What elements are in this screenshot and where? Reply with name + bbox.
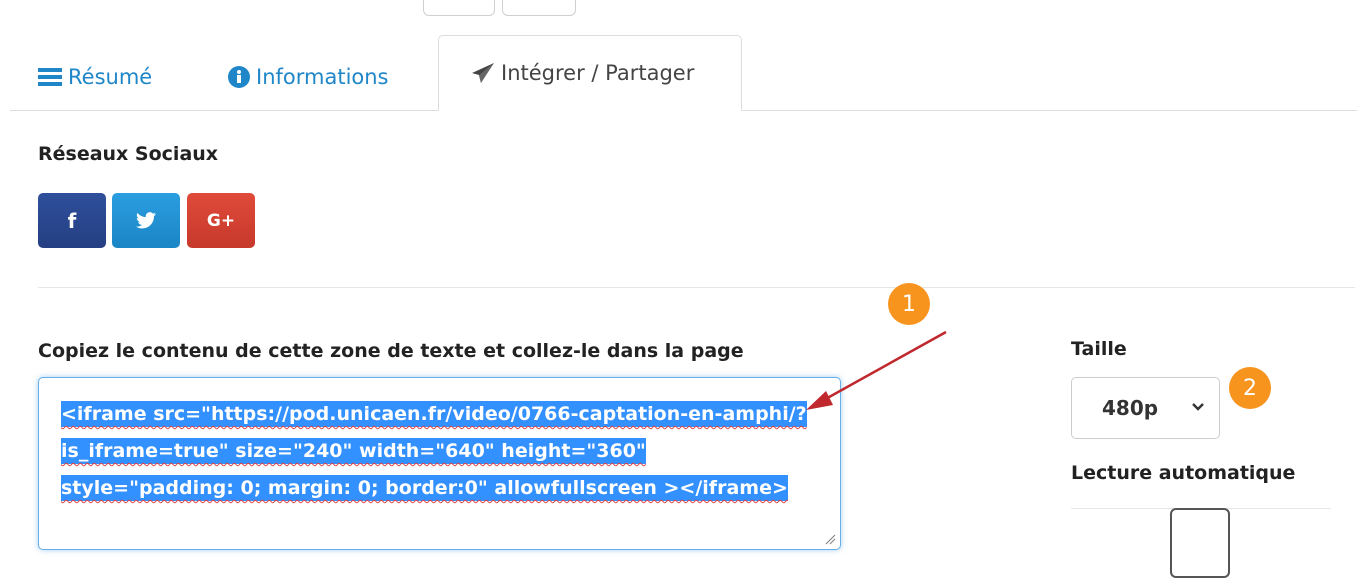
twitter-button[interactable] xyxy=(112,193,180,248)
top-button-1[interactable] xyxy=(423,0,495,16)
facebook-icon: f xyxy=(67,208,77,233)
tab-resume-label: Résumé xyxy=(68,65,153,89)
autoplay-label: Lecture automatique xyxy=(1071,462,1296,484)
chevron-down-icon xyxy=(1192,403,1204,411)
embed-label: Copiez le contenu de cette zone de texte… xyxy=(38,340,744,362)
embed-code-textarea[interactable]: <iframe src="https://pod.unicaen.fr/vide… xyxy=(38,377,841,550)
size-label: Taille xyxy=(1071,338,1127,360)
annotation-badge-2: 2 xyxy=(1229,367,1271,409)
size-select[interactable]: 480p xyxy=(1071,377,1220,439)
embed-code-selection: <iframe src="https://pod.unicaen.fr/vide… xyxy=(61,401,807,501)
tab-share-label: Intégrer / Partager xyxy=(501,61,695,85)
size-select-value: 480p xyxy=(1102,396,1159,420)
annotation-badge-1: 1 xyxy=(888,283,930,325)
resize-grip-icon[interactable] xyxy=(824,533,836,545)
social-networks-title: Réseaux Sociaux xyxy=(38,143,219,165)
section-divider xyxy=(38,287,1355,288)
tab-share[interactable]: Intégrer / Partager xyxy=(438,35,742,111)
twitter-icon xyxy=(136,212,156,229)
tab-informations[interactable]: Informations xyxy=(228,44,389,110)
tab-resume[interactable]: Résumé xyxy=(38,44,152,110)
top-button-2[interactable] xyxy=(502,0,576,16)
facebook-button[interactable]: f xyxy=(38,193,106,248)
info-icon xyxy=(228,66,250,88)
tab-informations-label: Informations xyxy=(256,65,389,89)
list-icon xyxy=(38,68,62,86)
embed-code-text: <iframe src="https://pod.unicaen.fr/vide… xyxy=(61,396,820,507)
google-plus-icon: G+ xyxy=(206,210,236,231)
google-plus-button[interactable]: G+ xyxy=(187,193,255,248)
autoplay-checkbox[interactable] xyxy=(1170,508,1230,578)
paper-plane-icon xyxy=(472,63,494,83)
